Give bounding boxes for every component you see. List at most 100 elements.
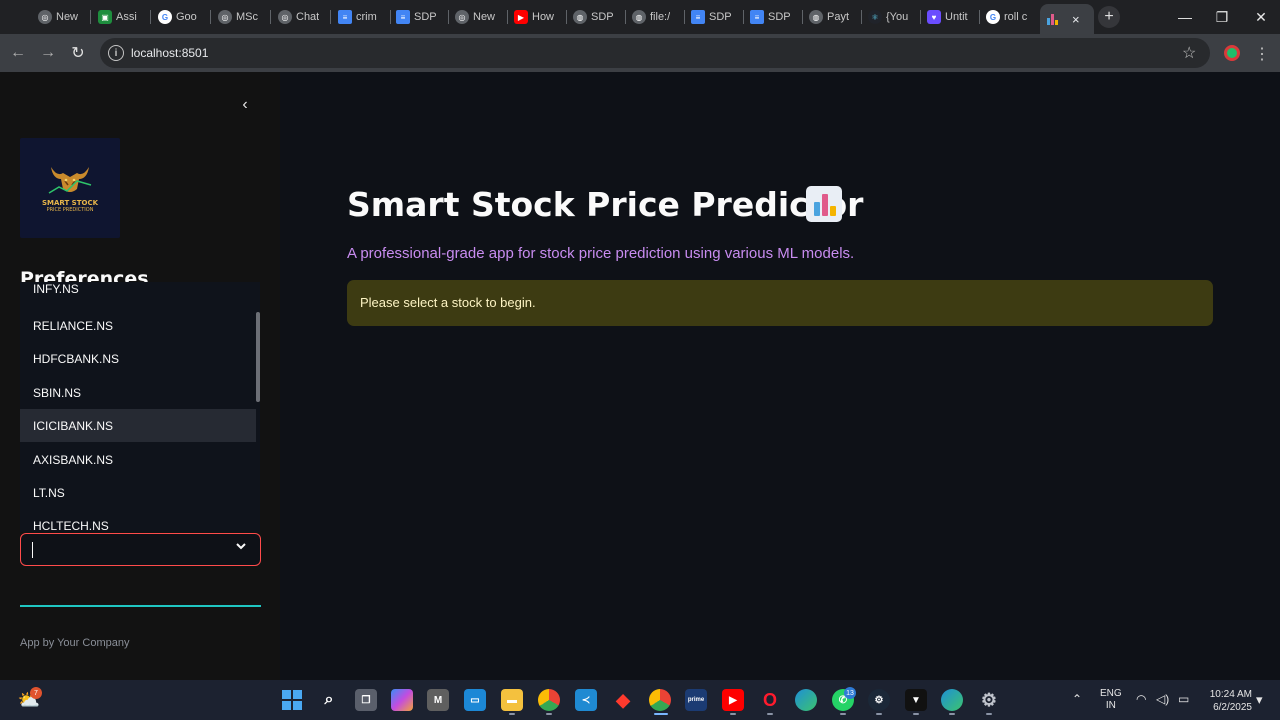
browser-menu-icon[interactable]: ⋮ (1254, 44, 1270, 64)
tab-close-icon[interactable]: × (1072, 12, 1080, 27)
copilot-icon[interactable] (391, 689, 413, 711)
browser-tab[interactable]: ≡ SDP (744, 6, 800, 28)
close-window-button[interactable]: ✕ (1246, 4, 1276, 30)
browser-tab[interactable]: ◎ MSc (212, 6, 268, 28)
app-logo: SMART STOCK PRICE PREDICTION (20, 138, 120, 238)
notification-icon[interactable]: ▾ (1256, 692, 1263, 708)
browser-tab[interactable]: ≡ SDP (390, 6, 446, 28)
chrome-active-icon[interactable] (649, 689, 671, 711)
task-view-icon[interactable]: ❐ (355, 689, 377, 711)
stock-dropdown-menu: INFY.NS RELIANCE.NS HDFCBANK.NS SBIN.NS … (20, 282, 260, 532)
globe-icon: ◍ (573, 10, 587, 24)
tab-label: Untit (945, 11, 968, 23)
tab-separator (150, 10, 151, 24)
dropdown-option[interactable]: SBIN.NS (20, 376, 256, 409)
whatsapp-badge: 13 (844, 687, 856, 699)
browser-tab[interactable]: ≡ crim (332, 6, 388, 28)
language-indicator[interactable]: ENG IN (1100, 688, 1122, 712)
wifi-icon[interactable]: ◠ (1136, 692, 1146, 706)
vscode-icon[interactable]: ≺ (575, 689, 597, 711)
back-icon[interactable]: ← (8, 43, 28, 63)
globe-icon: ◍ (632, 10, 646, 24)
tab-separator (330, 10, 331, 24)
chevron-up-icon[interactable]: ⌃ (1072, 692, 1082, 706)
browser-toolbar: ← → ↻ i localhost:8501 ☆ (0, 34, 1280, 72)
reload-icon[interactable]: ↻ (68, 43, 88, 63)
maximize-button[interactable]: ❐ (1207, 4, 1237, 30)
browser-tab[interactable]: ◍ Payt (803, 6, 859, 28)
browser-tab[interactable]: ⚛ {You (862, 6, 918, 28)
tab-label: New (473, 11, 496, 23)
dropdown-option[interactable]: HDFCBANK.NS (20, 342, 256, 375)
file-explorer-icon[interactable]: ▬ (501, 689, 523, 711)
forward-icon[interactable]: → (38, 43, 58, 63)
settings-icon[interactable]: ⚙ (978, 689, 1000, 711)
browser-tab[interactable]: ◎ New (449, 6, 505, 28)
browser-tab[interactable]: G Goo (152, 6, 208, 28)
dropdown-option-highlighted[interactable]: ICICIBANK.NS (20, 409, 256, 442)
browser-tab[interactable]: ≡ SDP (685, 6, 741, 28)
dropdown-option[interactable]: HCLTECH.NS (20, 509, 256, 533)
logo-title: SMART STOCK (41, 199, 99, 207)
steam-icon[interactable]: ⚙ (868, 689, 890, 711)
weather-badge: 7 (30, 687, 42, 699)
edge-icon[interactable] (795, 689, 817, 711)
address-bar[interactable]: i localhost:8501 ☆ (100, 38, 1210, 68)
browser-tab[interactable]: ▶ How (508, 6, 564, 28)
browser-tab[interactable]: ◍ file:/ (626, 6, 682, 28)
chatgpt-icon: ◎ (218, 10, 232, 24)
stock-select-input[interactable] (20, 533, 261, 566)
bookmark-star-icon[interactable]: ☆ (1182, 43, 1196, 63)
logo-subtitle: PRICE PREDICTION (46, 207, 94, 213)
browser-tab[interactable]: ♥ Untit (921, 6, 977, 28)
tab-label: How (532, 11, 555, 23)
start-icon[interactable] (281, 689, 303, 711)
volume-icon[interactable]: ◁) (1156, 692, 1169, 706)
opera-icon[interactable]: O (759, 689, 781, 711)
browser-tab[interactable]: ▣ Assi (92, 6, 148, 28)
site-info-icon[interactable]: i (108, 45, 124, 61)
google-icon: G (158, 10, 172, 24)
running-indicator (546, 713, 552, 715)
battery-icon[interactable]: ▭ (1178, 692, 1189, 706)
running-indicator (913, 713, 919, 715)
tab-label: Chat (296, 11, 320, 23)
profile-avatar-icon[interactable] (1224, 45, 1240, 61)
warning-alert: Please select a stock to begin. (347, 280, 1213, 326)
edge-dev-icon[interactable] (941, 689, 963, 711)
clock[interactable]: 10:24 AM 6/2/2025 (1198, 688, 1252, 714)
search-icon[interactable]: ⌕ (318, 689, 340, 711)
youtube-icon[interactable]: ▶ (722, 689, 744, 711)
collapse-sidebar-icon[interactable]: ‹ (236, 96, 254, 114)
docs-icon: ≡ (338, 10, 352, 24)
dropdown-option[interactable]: AXISBANK.NS (20, 443, 256, 476)
new-tab-button[interactable]: + (1098, 6, 1120, 28)
desktop-icon[interactable]: ▭ (464, 689, 486, 711)
browser-tab[interactable]: Groll c (980, 6, 1036, 28)
browser-tab[interactable]: ◎ Chat (272, 6, 328, 28)
browser-tab[interactable]: ◍ SDP (567, 6, 623, 28)
chrome-icon[interactable] (538, 689, 560, 711)
tab-separator (270, 10, 271, 24)
app-icon[interactable]: M (427, 689, 449, 711)
prime-video-icon[interactable]: prime (685, 689, 707, 711)
tab-label: New (56, 11, 79, 23)
dropdown-option[interactable]: INFY.NS (20, 282, 256, 305)
url-text[interactable]: localhost:8501 (131, 46, 208, 60)
minimize-button[interactable]: — (1170, 4, 1200, 30)
tab-label: SDP (591, 11, 614, 23)
app-icon[interactable]: ▼ (905, 689, 927, 711)
git-icon[interactable]: ◆ (612, 689, 634, 711)
tab-label: Goo (176, 11, 197, 23)
browser-tab-active[interactable]: × (1040, 4, 1094, 34)
tab-label: crim (356, 11, 377, 23)
browser-tab[interactable]: ◎ New (32, 6, 88, 28)
dropdown-option[interactable]: RELIANCE.NS (20, 309, 256, 342)
tab-label: {You (886, 11, 909, 23)
youtube-icon: ▶ (514, 10, 528, 24)
chevron-down-icon[interactable] (235, 540, 247, 555)
sidebar-footer: App by Your Company (20, 637, 130, 649)
dropdown-option[interactable]: LT.NS (20, 476, 256, 509)
dropdown-scrollbar[interactable] (256, 312, 260, 402)
language-line1: ENG (1100, 688, 1122, 699)
